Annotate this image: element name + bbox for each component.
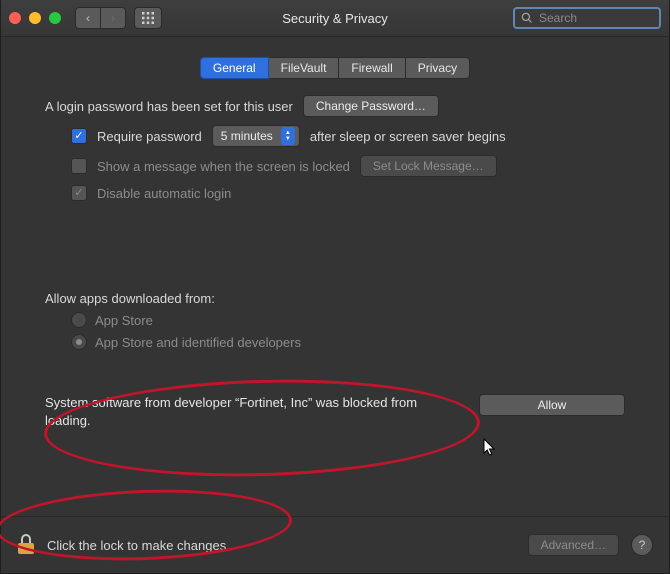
tab-label: FileVault [281, 61, 327, 75]
search-input[interactable] [537, 10, 670, 26]
change-password-button[interactable]: Change Password… [303, 95, 439, 117]
tab-label: Privacy [418, 61, 457, 75]
tab-firewall[interactable]: Firewall [339, 57, 405, 79]
show-all-button[interactable] [134, 7, 162, 29]
forward-button[interactable]: › [101, 7, 126, 29]
security-privacy-window: ‹ › Security & Privacy General FileVault… [0, 0, 670, 574]
disable-auto-login-row: Disable automatic login [45, 185, 625, 201]
blocked-software-row: System software from developer “Fortinet… [45, 394, 625, 429]
require-password-label: Require password [97, 129, 202, 144]
tab-filevault[interactable]: FileVault [269, 57, 340, 79]
allow-downloads-option-identified[interactable]: App Store and identified developers [45, 334, 625, 350]
allow-button[interactable]: Allow [479, 394, 625, 416]
tab-general[interactable]: General [200, 57, 269, 79]
zoom-window-button[interactable] [49, 12, 61, 24]
general-pane: A login password has been set for this u… [1, 79, 669, 429]
tab-bar: General FileVault Firewall Privacy [1, 57, 669, 79]
login-password-status: A login password has been set for this u… [45, 99, 293, 114]
lock-text: Click the lock to make changes. [47, 538, 230, 553]
show-message-row: Show a message when the screen is locked… [45, 155, 625, 177]
radio-label: App Store and identified developers [95, 335, 301, 350]
after-sleep-label: after sleep or screen saver begins [310, 129, 506, 144]
titlebar: ‹ › Security & Privacy [1, 0, 669, 37]
set-lock-message-button[interactable]: Set Lock Message… [360, 155, 497, 177]
allow-downloads-heading: Allow apps downloaded from: [45, 291, 625, 306]
help-button[interactable]: ? [631, 534, 653, 556]
show-message-checkbox[interactable] [71, 158, 87, 174]
chevron-right-icon: › [111, 11, 115, 25]
search-field-wrap[interactable] [513, 7, 661, 29]
search-icon [521, 12, 533, 24]
tab-label: Firewall [351, 61, 392, 75]
disable-auto-login-checkbox[interactable] [71, 185, 87, 201]
window-controls [9, 12, 61, 24]
login-password-row: A login password has been set for this u… [45, 95, 625, 117]
radio-button [71, 334, 87, 350]
tab-label: General [213, 61, 256, 75]
require-password-checkbox[interactable] [71, 128, 87, 144]
require-password-delay-value: 5 minutes [221, 129, 273, 143]
back-button[interactable]: ‹ [75, 7, 101, 29]
require-password-delay-select[interactable]: 5 minutes [212, 125, 300, 147]
grid-icon [142, 12, 154, 24]
disable-auto-login-label: Disable automatic login [97, 186, 231, 201]
lock-icon [17, 533, 35, 555]
tab-privacy[interactable]: Privacy [406, 57, 470, 79]
close-window-button[interactable] [9, 12, 21, 24]
footer: Click the lock to make changes. Advanced… [1, 516, 669, 573]
minimize-window-button[interactable] [29, 12, 41, 24]
stepper-icon [281, 127, 295, 145]
require-password-row: Require password 5 minutes after sleep o… [45, 125, 625, 147]
nav-buttons: ‹ › [75, 7, 126, 29]
radio-label: App Store [95, 313, 153, 328]
allow-downloads-option-appstore[interactable]: App Store [45, 312, 625, 328]
lock-button[interactable] [17, 533, 35, 558]
show-message-label: Show a message when the screen is locked [97, 159, 350, 174]
advanced-button[interactable]: Advanced… [528, 534, 619, 556]
question-icon: ? [639, 538, 646, 552]
radio-button [71, 312, 87, 328]
blocked-software-message: System software from developer “Fortinet… [45, 394, 439, 429]
chevron-left-icon: ‹ [86, 11, 90, 25]
